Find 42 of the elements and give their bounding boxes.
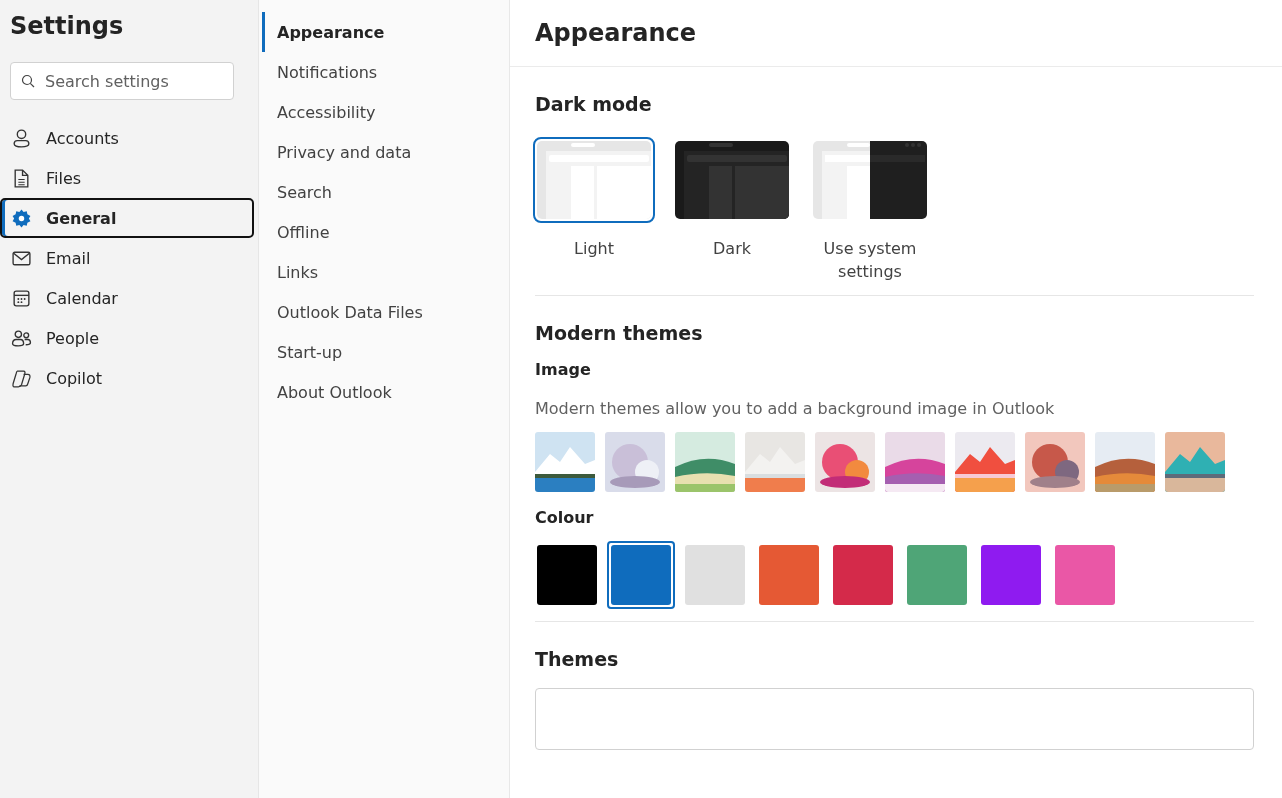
theme-thumbnail[interactable] — [1165, 432, 1225, 492]
settings-title: Settings — [9, 12, 125, 42]
subnav-item[interactable]: Accessibility — [259, 92, 509, 132]
option-label: Dark — [713, 238, 751, 260]
theme-thumbnail[interactable] — [745, 432, 805, 492]
people-icon — [11, 327, 32, 349]
subnav-item[interactable]: Links — [259, 252, 509, 292]
subsection-heading: Colour — [535, 508, 595, 527]
description-text: Modern themes allow you to add a background image in Outlook — [535, 399, 1056, 418]
person-icon — [11, 127, 32, 149]
search-field[interactable]: Search settings — [10, 62, 234, 100]
option-label: Use system settings — [822, 238, 918, 283]
theme-thumbnail[interactable] — [535, 432, 595, 492]
calendar-icon — [11, 287, 32, 309]
theme-thumbnail[interactable] — [675, 432, 735, 492]
subnav-item[interactable]: Search — [259, 172, 509, 212]
nav-item[interactable]: Copilot — [0, 358, 254, 398]
subnav-item[interactable]: About Outlook — [259, 372, 509, 412]
subnav-item[interactable]: Outlook Data Files — [259, 292, 509, 332]
subsection-heading: Image — [535, 360, 592, 379]
section-heading: Themes — [535, 648, 620, 670]
section-heading: Modern themes — [535, 322, 704, 344]
subnav-item[interactable]: Privacy and data — [259, 132, 509, 172]
page-title: Appearance — [535, 19, 697, 47]
theme-thumbnail[interactable] — [605, 432, 665, 492]
nav-item[interactable]: People — [0, 318, 254, 358]
subnav-item[interactable]: Offline — [259, 212, 509, 252]
nav-item[interactable]: Email — [0, 238, 254, 278]
nav-item[interactable]: Files — [0, 158, 254, 198]
option-label: Light — [574, 238, 614, 260]
theme-thumbnail[interactable] — [955, 432, 1015, 492]
theme-thumbnail[interactable] — [885, 432, 945, 492]
subnav-item[interactable]: Start-up — [259, 332, 509, 372]
subnav-item[interactable]: Notifications — [259, 52, 509, 92]
settings-icon — [11, 207, 32, 229]
section-heading: Dark mode — [535, 93, 653, 115]
nav-item[interactable]: Accounts — [0, 118, 254, 158]
nav-item[interactable]: Calendar — [0, 278, 254, 318]
theme-thumbnail[interactable] — [815, 432, 875, 492]
nav-item[interactable]: General — [0, 198, 254, 238]
theme-thumbnail[interactable] — [1025, 432, 1085, 492]
theme-thumbnail[interactable] — [1095, 432, 1155, 492]
